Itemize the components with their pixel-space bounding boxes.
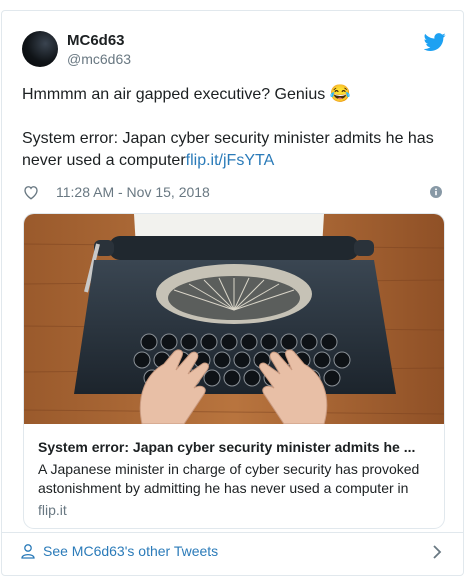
heart-icon[interactable] [22, 183, 40, 201]
tweet-text: Hmmmm an air gapped executive? Genius 😂 … [22, 83, 442, 172]
avatar[interactable] [22, 31, 58, 67]
screen-name[interactable]: @mc6d63 [67, 51, 131, 67]
link-card[interactable]: System error: Japan cyber security minis… [23, 213, 445, 529]
card-domain: flip.it [38, 502, 67, 518]
tweet-link[interactable]: flip.it/jFsYTA [186, 152, 275, 169]
divider [2, 532, 463, 533]
person-icon [21, 544, 35, 559]
see-other-tweets-link[interactable]: See MC6d63's other Tweets [20, 542, 444, 562]
twitter-logo-icon[interactable] [424, 31, 446, 53]
card-description: A Japanese minister in charge of cyber s… [38, 461, 420, 496]
typewriter-image [24, 214, 444, 424]
info-icon[interactable] [430, 186, 442, 198]
footer-label[interactable]: See MC6d63's other Tweets [43, 543, 218, 559]
tweet-line-1: Hmmmm an air gapped executive? Genius [22, 86, 330, 103]
chevron-right-icon[interactable] [430, 544, 444, 560]
tears-of-joy-emoji: 😂 [329, 84, 351, 103]
display-name[interactable]: MC6d63 [67, 32, 125, 49]
meta-row: 11:28 AM - Nov 15, 2018 [22, 181, 446, 203]
card-title[interactable]: System error: Japan cyber security minis… [38, 439, 432, 455]
embedded-tweet: MC6d63 @mc6d63 Hmmmm an air gapped execu… [1, 10, 464, 576]
timestamp[interactable]: 11:28 AM - Nov 15, 2018 [56, 184, 210, 200]
